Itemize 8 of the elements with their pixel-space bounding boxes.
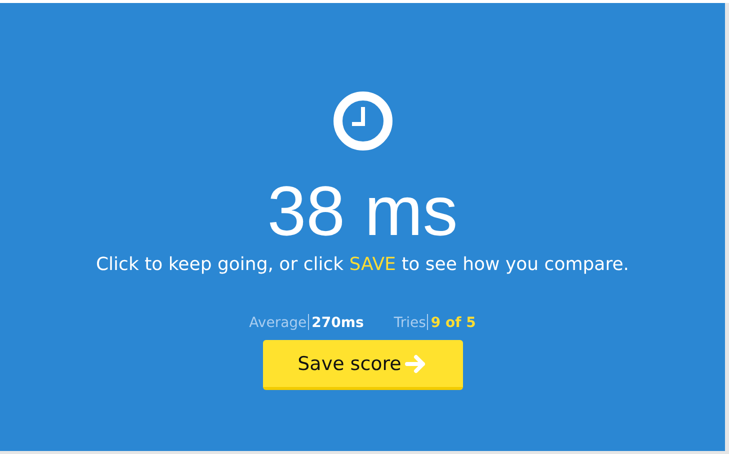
clock-icon [332,91,392,151]
instruction-text: Click to keep going, or click SAVE to see how you compare. [96,253,629,277]
arrow-icon [405,354,428,374]
stat-text: Average 270ms [249,313,364,333]
save-score-button[interactable]: Save score [262,340,462,390]
result-panel[interactable]: 38 ms Click to keep going, or click SAVE to see how you compare. Average 270ms Tries 9 of 5 Save score [0,3,725,451]
stat-text: Tries 9 of 5 [394,313,476,333]
reaction-time: 38 ms [267,171,458,251]
